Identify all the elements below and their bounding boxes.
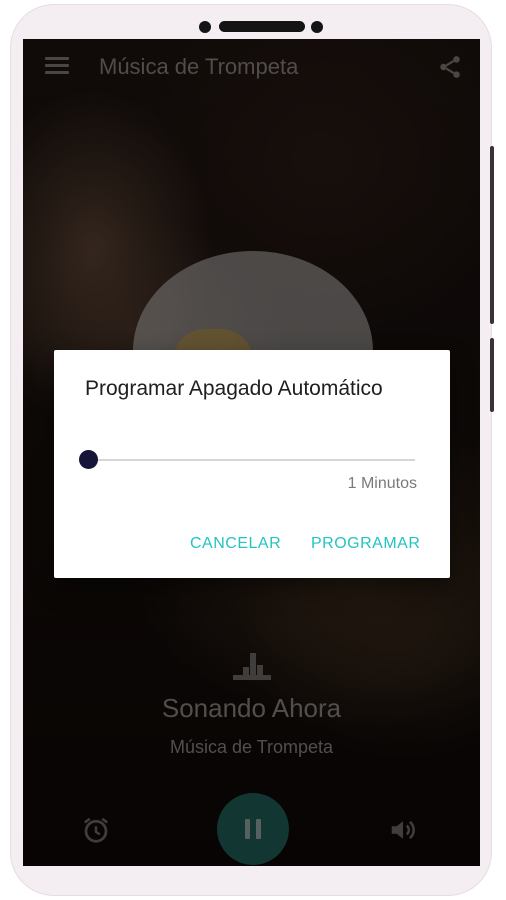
volume-side-button xyxy=(490,338,494,412)
power-side-button xyxy=(490,146,494,324)
dialog-title: Programar Apagado Automático xyxy=(85,377,383,400)
slider-value-label: 1 Minutos xyxy=(347,475,417,492)
proximity-sensor xyxy=(311,21,323,33)
sleep-timer-dialog: Programar Apagado Automático 1 Minutos C… xyxy=(54,350,450,578)
cancel-button[interactable]: CANCELAR xyxy=(190,535,281,553)
earpiece-speaker xyxy=(219,21,305,32)
sleep-timer-slider[interactable] xyxy=(79,445,421,475)
front-camera xyxy=(199,21,211,33)
slider-track[interactable] xyxy=(85,459,415,461)
app-screen: Música de Trompeta Sonando Ahora Música … xyxy=(23,39,480,866)
schedule-button[interactable]: PROGRAMAR xyxy=(311,535,420,553)
slider-thumb[interactable] xyxy=(79,450,98,469)
